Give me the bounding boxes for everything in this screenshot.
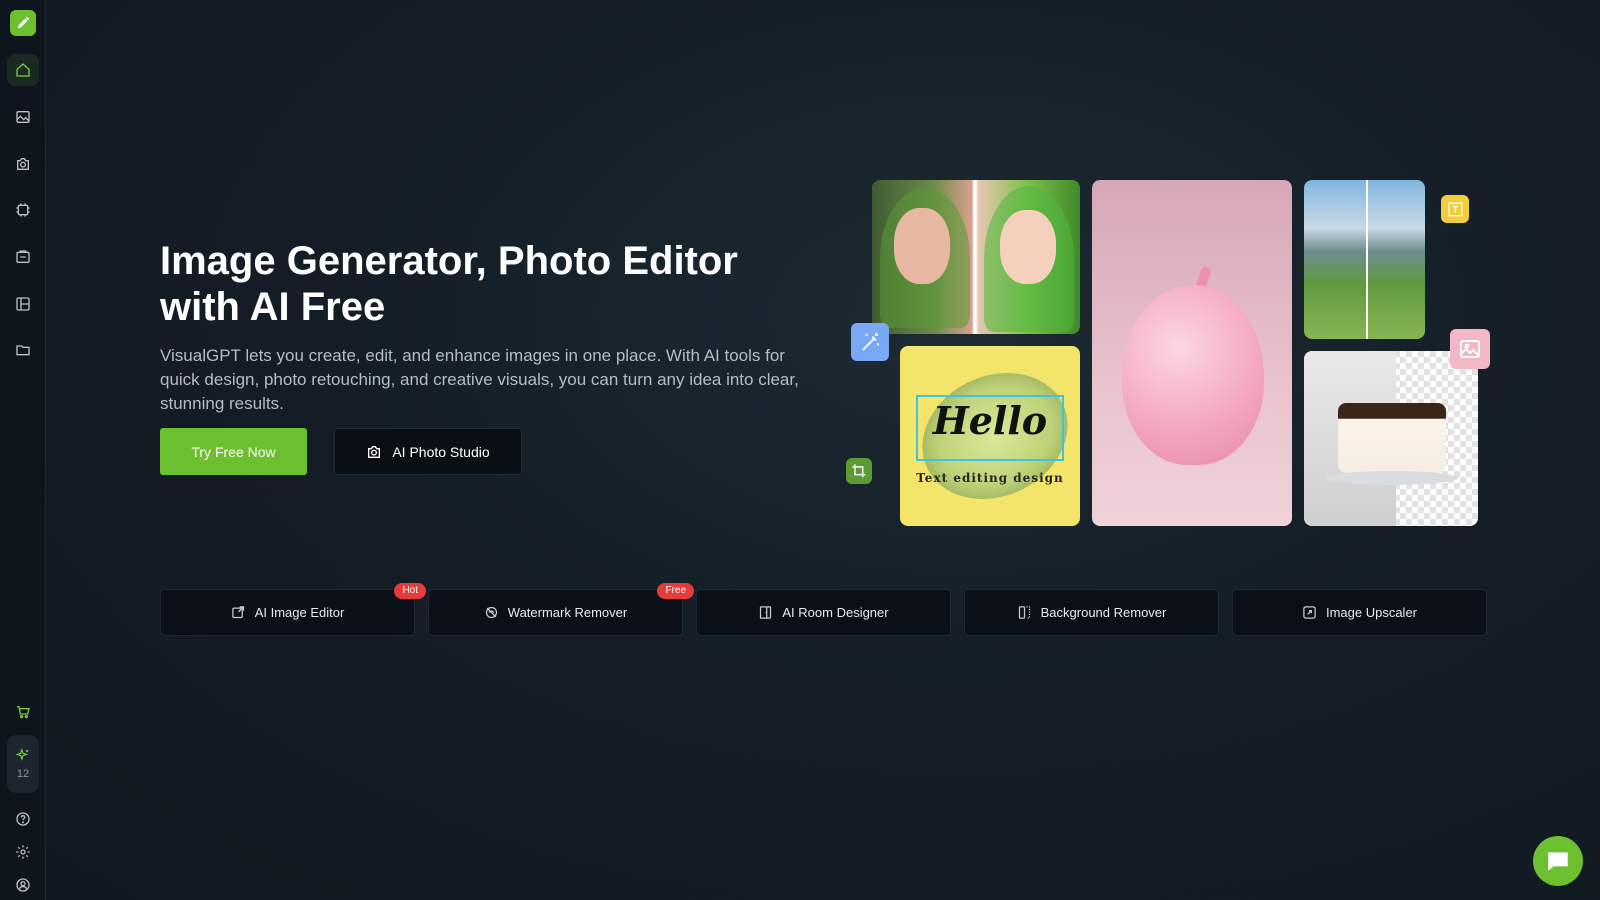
chat-support-button[interactable] — [1533, 836, 1583, 886]
settings-icon[interactable] — [7, 836, 39, 868]
account-icon[interactable] — [7, 869, 39, 900]
layout-icon[interactable] — [7, 288, 39, 320]
folder-icon[interactable] — [7, 334, 39, 366]
camera-icon[interactable] — [7, 148, 39, 180]
tool-watermark-remover[interactable]: Watermark Remover Free — [428, 583, 694, 636]
image-tool-icon — [1450, 329, 1490, 369]
tool-ai-room-designer[interactable]: AI Room Designer — [696, 589, 951, 636]
free-badge: Free — [657, 583, 694, 599]
text-editing-sample: Hello Text editing design — [900, 346, 1080, 526]
sparkle-icon — [16, 748, 29, 761]
edit-image-icon — [231, 606, 244, 619]
try-free-button[interactable]: Try Free Now — [160, 428, 307, 475]
tool-label: AI Room Designer — [782, 605, 889, 620]
credits-box[interactable]: 12 — [7, 735, 39, 793]
tool-ai-image-editor[interactable]: AI Image Editor Hot — [160, 583, 426, 636]
credits-count: 12 — [16, 768, 30, 780]
fluffy-apple-sample — [1092, 180, 1292, 526]
tool-label: Image Upscaler — [1325, 605, 1418, 620]
upscale-icon — [1303, 606, 1316, 619]
watermark-icon — [485, 606, 497, 619]
sidebar: 12 — [0, 0, 46, 900]
hot-badge: Hot — [394, 583, 426, 599]
ai-chip-icon[interactable] — [7, 194, 39, 226]
text-tool-icon — [1441, 195, 1469, 223]
cart-icon[interactable] — [7, 696, 39, 728]
home-icon[interactable] — [7, 54, 39, 86]
hello-text: Hello — [932, 398, 1048, 443]
crop-icon — [846, 458, 872, 484]
tool-label: Watermark Remover — [507, 605, 628, 620]
landscape-enhance-sample — [1304, 180, 1425, 339]
portrait-anime-sample — [872, 180, 1080, 334]
hero-description: VisualGPT lets you create, edit, and enh… — [160, 346, 799, 413]
background-removal-sample — [1304, 351, 1478, 526]
tool-image-upscaler[interactable]: Image Upscaler — [1232, 589, 1487, 636]
ai-photo-studio-label: AI Photo Studio — [392, 443, 490, 460]
chat-icon — [1548, 852, 1568, 871]
tool-label: Background Remover — [1040, 605, 1167, 620]
tool-label: AI Image Editor — [254, 605, 345, 620]
magic-wand-icon — [851, 323, 889, 361]
gallery-icon[interactable] — [7, 241, 39, 273]
ai-photo-studio-button[interactable]: AI Photo Studio — [334, 428, 522, 475]
page-title: Image Generator, Photo Editor with AI Fr… — [160, 239, 738, 329]
logo-icon[interactable] — [10, 10, 36, 36]
tool-background-remover[interactable]: Background Remover — [964, 589, 1219, 636]
image-icon[interactable] — [7, 101, 39, 133]
hello-subtitle: Text editing design — [916, 471, 1064, 485]
room-icon — [760, 606, 772, 619]
help-icon[interactable] — [7, 803, 39, 835]
camera-icon — [368, 445, 381, 458]
bg-remove-icon — [1018, 606, 1030, 619]
